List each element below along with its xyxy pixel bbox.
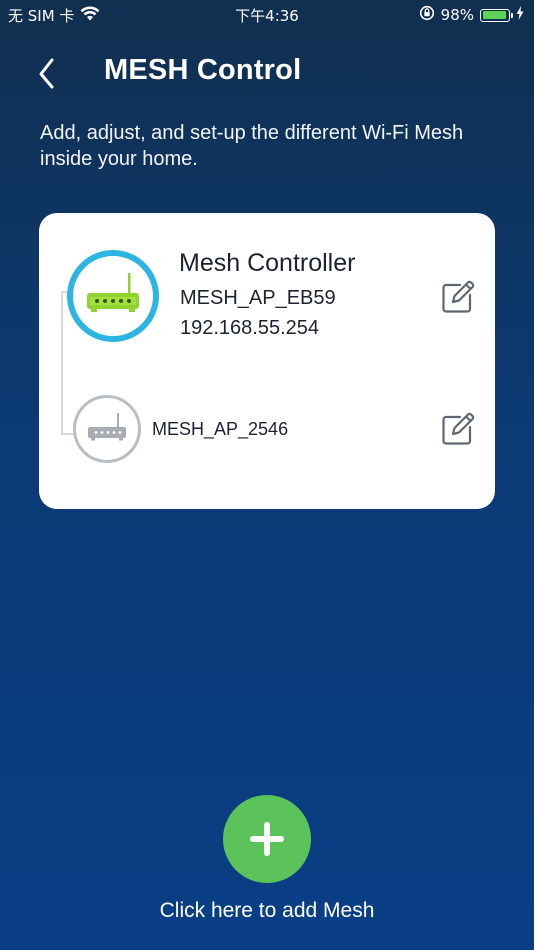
edit-icon	[442, 412, 475, 445]
header: MESH Control	[0, 50, 534, 94]
status-bar: 无 SIM 卡 下午4:36 98%	[0, 0, 534, 28]
edit-controller-button[interactable]	[440, 279, 476, 315]
node-device-icon[interactable]	[73, 395, 141, 463]
controller-device-icon[interactable]	[67, 250, 159, 342]
controller-ip: 192.168.55.254	[180, 317, 320, 339]
chevron-left-icon	[39, 58, 54, 89]
battery-icon	[480, 8, 513, 22]
router-icon	[87, 273, 139, 312]
battery-percent: 98%	[440, 6, 474, 24]
page-description: Add, adjust, and set-up the different Wi…	[40, 122, 464, 170]
add-mesh-label[interactable]: Click here to add Mesh	[0, 899, 534, 923]
controller-role: Mesh Controller	[179, 249, 356, 277]
controller-ssid: MESH_AP_EB59	[180, 287, 336, 309]
status-right: 98%	[419, 5, 524, 25]
page-title: MESH Control	[104, 54, 302, 86]
node-ssid: MESH_AP_2546	[152, 419, 289, 439]
back-button[interactable]	[32, 54, 68, 90]
edit-node-button[interactable]	[440, 411, 476, 447]
mesh-card: Mesh Controller MESH_AP_EB59 192.168.55.…	[39, 213, 495, 509]
plus-icon	[250, 822, 284, 856]
charging-icon	[516, 6, 524, 24]
add-mesh-button[interactable]	[223, 795, 311, 883]
router-icon	[88, 413, 126, 441]
edit-icon	[442, 280, 475, 313]
orientation-lock-icon	[419, 5, 435, 25]
